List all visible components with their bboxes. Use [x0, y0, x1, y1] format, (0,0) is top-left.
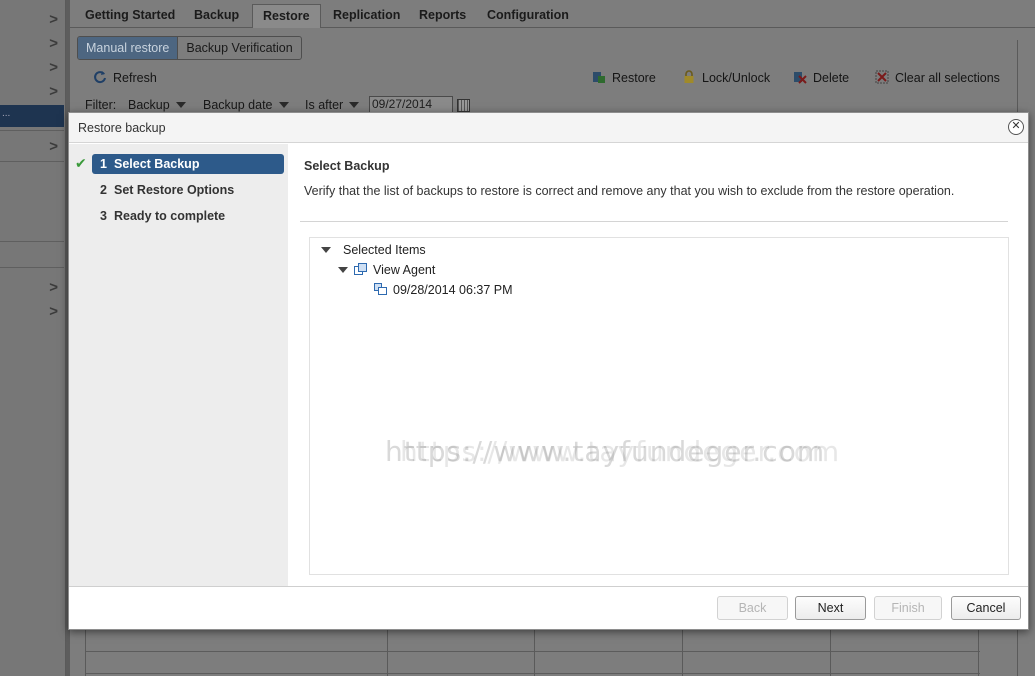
delete-label: Delete	[813, 71, 850, 85]
tab-restore[interactable]: Restore	[252, 4, 321, 28]
dialog-title: Restore backup	[78, 121, 166, 135]
step-label: Set Restore Options	[114, 183, 235, 197]
tree-node-label: 09/28/2014 06:37 PM	[393, 283, 513, 297]
step-ready-to-complete[interactable]: 3 Ready to complete	[92, 206, 284, 226]
tab-bar: Getting Started Backup Restore Replicati…	[70, 0, 1035, 28]
delete-button[interactable]: Delete	[793, 69, 849, 87]
filter-field-value: Backup	[128, 98, 170, 112]
backup-list-grid	[85, 628, 980, 676]
wizard-steps: ✔ 1 Select Backup 2 Set Restore Options 3R…	[69, 144, 288, 587]
step-label: Ready to complete	[114, 209, 226, 223]
chevron-right-icon: >	[49, 11, 58, 28]
grid-column-divider	[978, 628, 979, 676]
clear-all-selections-label: Clear all selections	[895, 71, 1000, 85]
tab-reports[interactable]: Reports	[409, 4, 476, 28]
nav-item[interactable]: >	[0, 80, 64, 104]
dropdown-arrow-icon	[349, 102, 360, 108]
grid-column-divider	[534, 628, 535, 676]
nav-divider	[0, 241, 64, 242]
nav-item-selected[interactable]: ...	[0, 105, 64, 127]
checkmark-icon: ✔	[75, 155, 87, 171]
nav-item[interactable]: >	[0, 56, 64, 80]
tree-node-label: Selected Items	[343, 243, 426, 257]
chevron-right-icon: >	[49, 35, 58, 52]
grid-column-divider	[387, 628, 388, 676]
clear-all-selections-button[interactable]: Clear all selections	[875, 69, 1000, 87]
refresh-icon	[94, 71, 106, 84]
content-description: Verify that the list of backups to resto…	[304, 184, 955, 198]
restore-icon	[593, 72, 605, 83]
chevron-right-icon: >	[49, 138, 58, 155]
lock-unlock-label: Lock/Unlock	[702, 71, 771, 85]
nav-divider	[0, 267, 64, 268]
expand-arrow-icon[interactable]	[338, 267, 348, 273]
restore-label: Restore	[612, 71, 656, 85]
cancel-button[interactable]: Cancel	[951, 596, 1021, 620]
tree-node-root[interactable]: Selected Items	[321, 241, 426, 259]
tab-backup[interactable]: Backup	[184, 4, 249, 28]
left-navigator: > > > > ... > > >	[0, 0, 66, 676]
vm-icon	[354, 263, 367, 275]
step-number: 2	[100, 183, 107, 197]
chevron-right-icon: >	[49, 83, 58, 100]
step-number: 3	[100, 209, 107, 223]
grid-column-divider	[830, 628, 831, 676]
lock-unlock-button[interactable]: Lock/Unlock	[682, 69, 770, 87]
step-number: 1	[100, 157, 107, 171]
tree-node-label: View Agent	[373, 263, 436, 277]
tab-getting-started[interactable]: Getting Started	[75, 4, 185, 28]
content-title: Select Backup	[304, 159, 390, 173]
tree-node-vm[interactable]: View Agent	[338, 261, 435, 279]
restore-mode-switch: Manual restore Backup Verification	[77, 36, 302, 60]
finish-button[interactable]: Finish	[874, 596, 942, 620]
nav-item[interactable]: >	[0, 135, 64, 159]
back-button[interactable]: Back	[717, 596, 788, 620]
step-label: Select Backup	[114, 157, 200, 171]
nav-item[interactable]: >	[0, 276, 64, 300]
expand-arrow-icon[interactable]	[321, 247, 331, 253]
backup-icon	[374, 283, 387, 295]
wizard-content: Select Backup Verify that the list of ba…	[288, 144, 1028, 587]
restore-button[interactable]: Restore	[592, 69, 656, 87]
step-set-restore-options[interactable]: 2 Set Restore Options	[92, 180, 284, 200]
nav-divider	[0, 161, 64, 162]
backup-verification-tab[interactable]: Backup Verification	[178, 37, 300, 59]
tree-node-backup[interactable]: 09/28/2014 06:37 PM	[374, 281, 513, 299]
next-button[interactable]: Next	[795, 596, 866, 620]
filter-date-input[interactable]: 09/27/2014	[369, 96, 453, 113]
manual-restore-tab[interactable]: Manual restore	[78, 37, 179, 59]
refresh-button[interactable]: Refresh	[93, 69, 157, 87]
grid-column-divider	[682, 628, 683, 676]
filter-date-field-value: Backup date	[203, 98, 273, 112]
close-icon[interactable]: ✕	[1008, 119, 1024, 135]
nav-item[interactable]: >	[0, 8, 64, 32]
delete-icon	[794, 72, 807, 84]
clear-selection-icon	[875, 70, 889, 84]
chevron-right-icon: >	[49, 59, 58, 76]
dropdown-arrow-icon	[175, 102, 186, 108]
nav-item[interactable]: >	[0, 300, 64, 324]
filter-operator-value: Is after	[305, 98, 344, 112]
tab-replication[interactable]: Replication	[323, 4, 410, 28]
nav-item[interactable]: >	[0, 32, 64, 56]
dropdown-arrow-icon	[278, 102, 289, 108]
lock-icon	[684, 70, 694, 83]
watermark: https://www.tayfundeger.com	[385, 435, 826, 468]
calendar-icon[interactable]	[457, 99, 470, 112]
step-select-backup[interactable]: 1 Select Backup	[92, 154, 284, 174]
tab-configuration[interactable]: Configuration	[477, 4, 579, 28]
chevron-right-icon: >	[49, 279, 58, 296]
dialog-footer: Back Next Finish Cancel	[69, 586, 1028, 629]
selected-items-tree: Selected Items View Agent 09/28/2014 06:…	[309, 237, 1009, 575]
content-divider	[300, 221, 1008, 222]
chevron-right-icon: >	[49, 303, 58, 320]
refresh-label: Refresh	[113, 71, 157, 85]
nav-divider	[0, 130, 64, 131]
restore-backup-dialog: Restore backup ✕ ✔ 1 Select Backup 2 Set R…	[68, 112, 1029, 630]
dialog-header: Restore backup ✕	[69, 113, 1028, 143]
